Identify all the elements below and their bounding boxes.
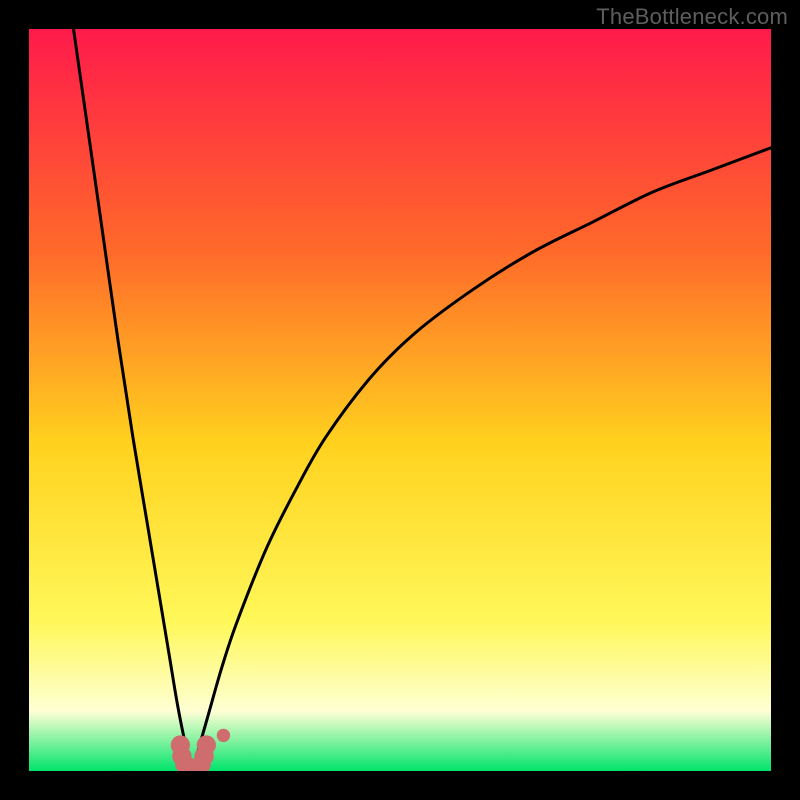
plot-svg [29,29,771,771]
trough-marker-dot [197,735,216,754]
trough-marker-dot [217,729,230,742]
watermark-text: TheBottleneck.com [596,4,788,30]
plot-area [29,29,771,771]
chart-frame: TheBottleneck.com [0,0,800,800]
gradient-background [29,29,771,771]
